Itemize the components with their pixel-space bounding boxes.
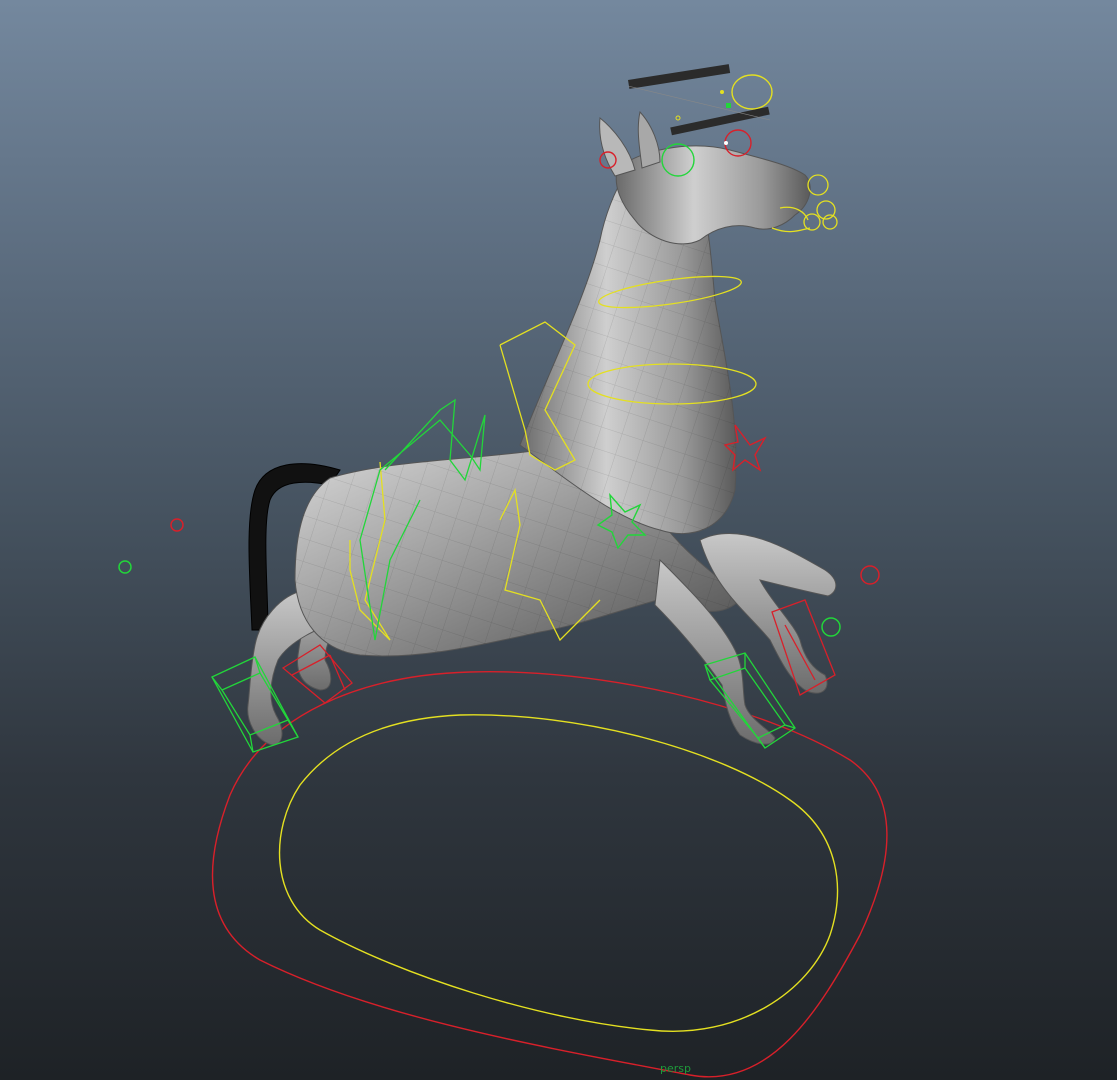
pole-vector-hind-left[interactable] [118, 560, 132, 574]
maya-persp-viewport[interactable]: persp [0, 0, 1117, 1080]
pole-vector-front-left[interactable] [821, 617, 841, 637]
root-ground-control-red[interactable] [211, 671, 888, 1078]
viewport-3d-scene[interactable] [0, 0, 1117, 1080]
main-ground-control-yellow[interactable] [278, 714, 839, 1032]
pole-vector-front-right[interactable] [860, 565, 880, 585]
camera-name-label: persp [660, 1062, 691, 1075]
pole-vector-hind-right[interactable] [170, 518, 184, 532]
horse-ear-right[interactable] [637, 110, 661, 169]
head-aim-control[interactable] [731, 74, 773, 110]
